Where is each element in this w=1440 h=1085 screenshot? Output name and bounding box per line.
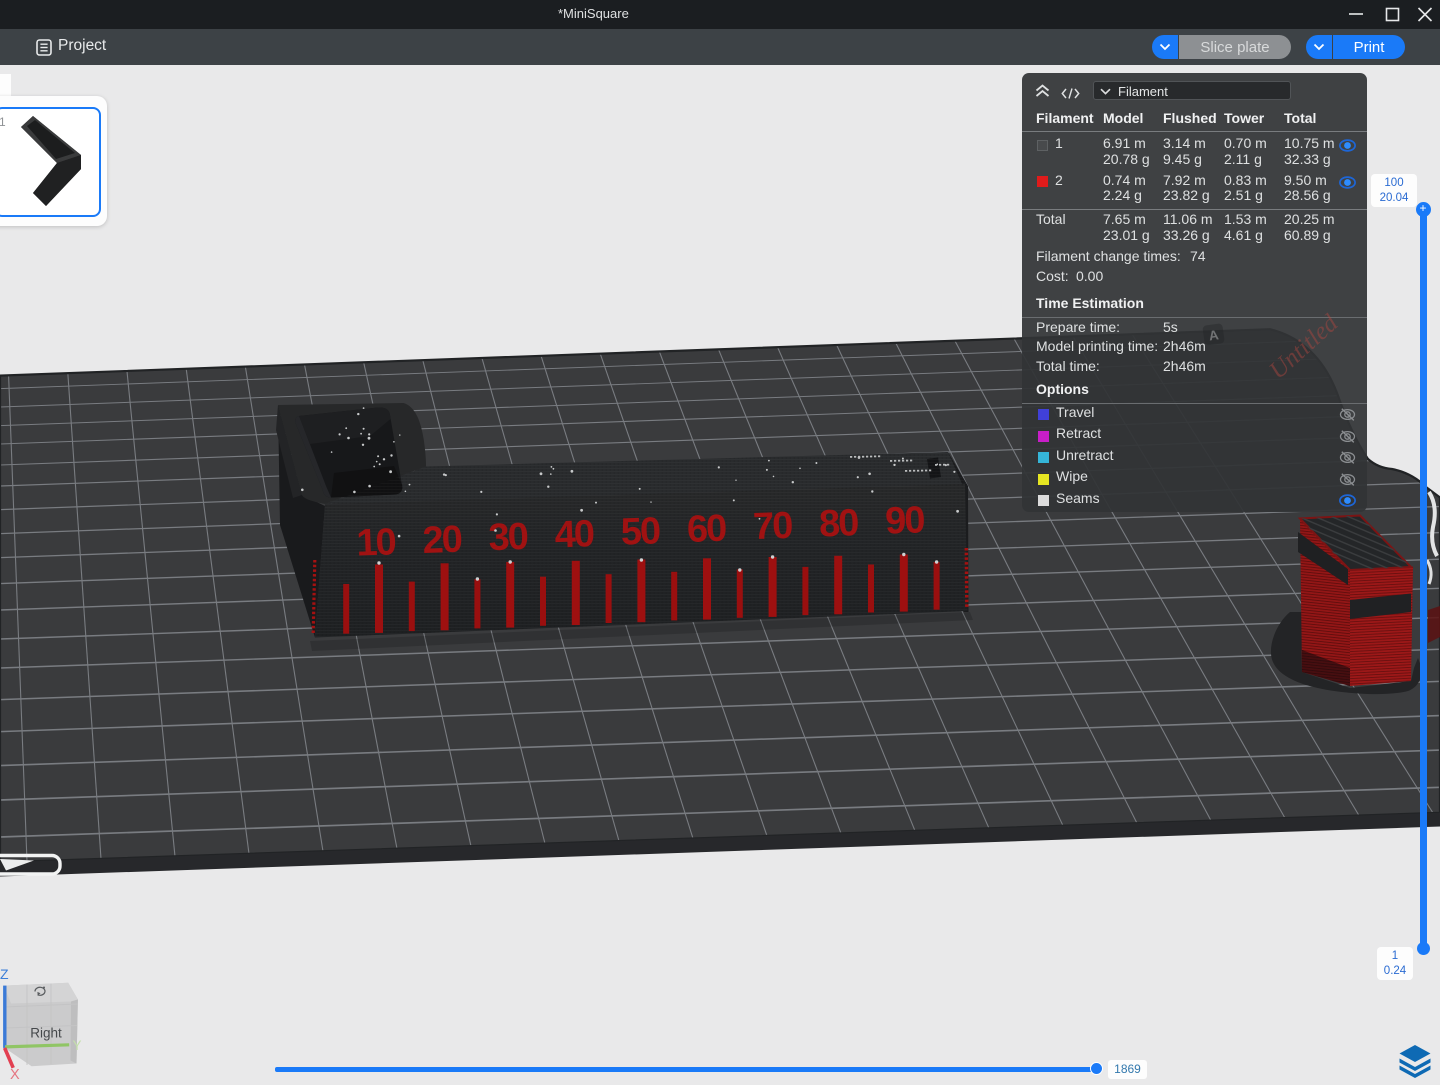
svg-text:70: 70 xyxy=(752,505,793,548)
svg-text:10: 10 xyxy=(356,521,397,564)
svg-text:60: 60 xyxy=(686,508,727,551)
svg-text:50: 50 xyxy=(620,510,661,553)
svg-text:Z: Z xyxy=(0,966,9,982)
svg-text:Y: Y xyxy=(73,1038,82,1053)
svg-text:X: X xyxy=(10,1067,20,1083)
svg-text:20: 20 xyxy=(422,519,463,562)
svg-text:90: 90 xyxy=(885,499,926,542)
svg-text:30: 30 xyxy=(488,516,529,559)
svg-text:80: 80 xyxy=(818,502,859,545)
svg-text:40: 40 xyxy=(554,513,595,556)
svg-text:Right: Right xyxy=(30,1026,62,1041)
